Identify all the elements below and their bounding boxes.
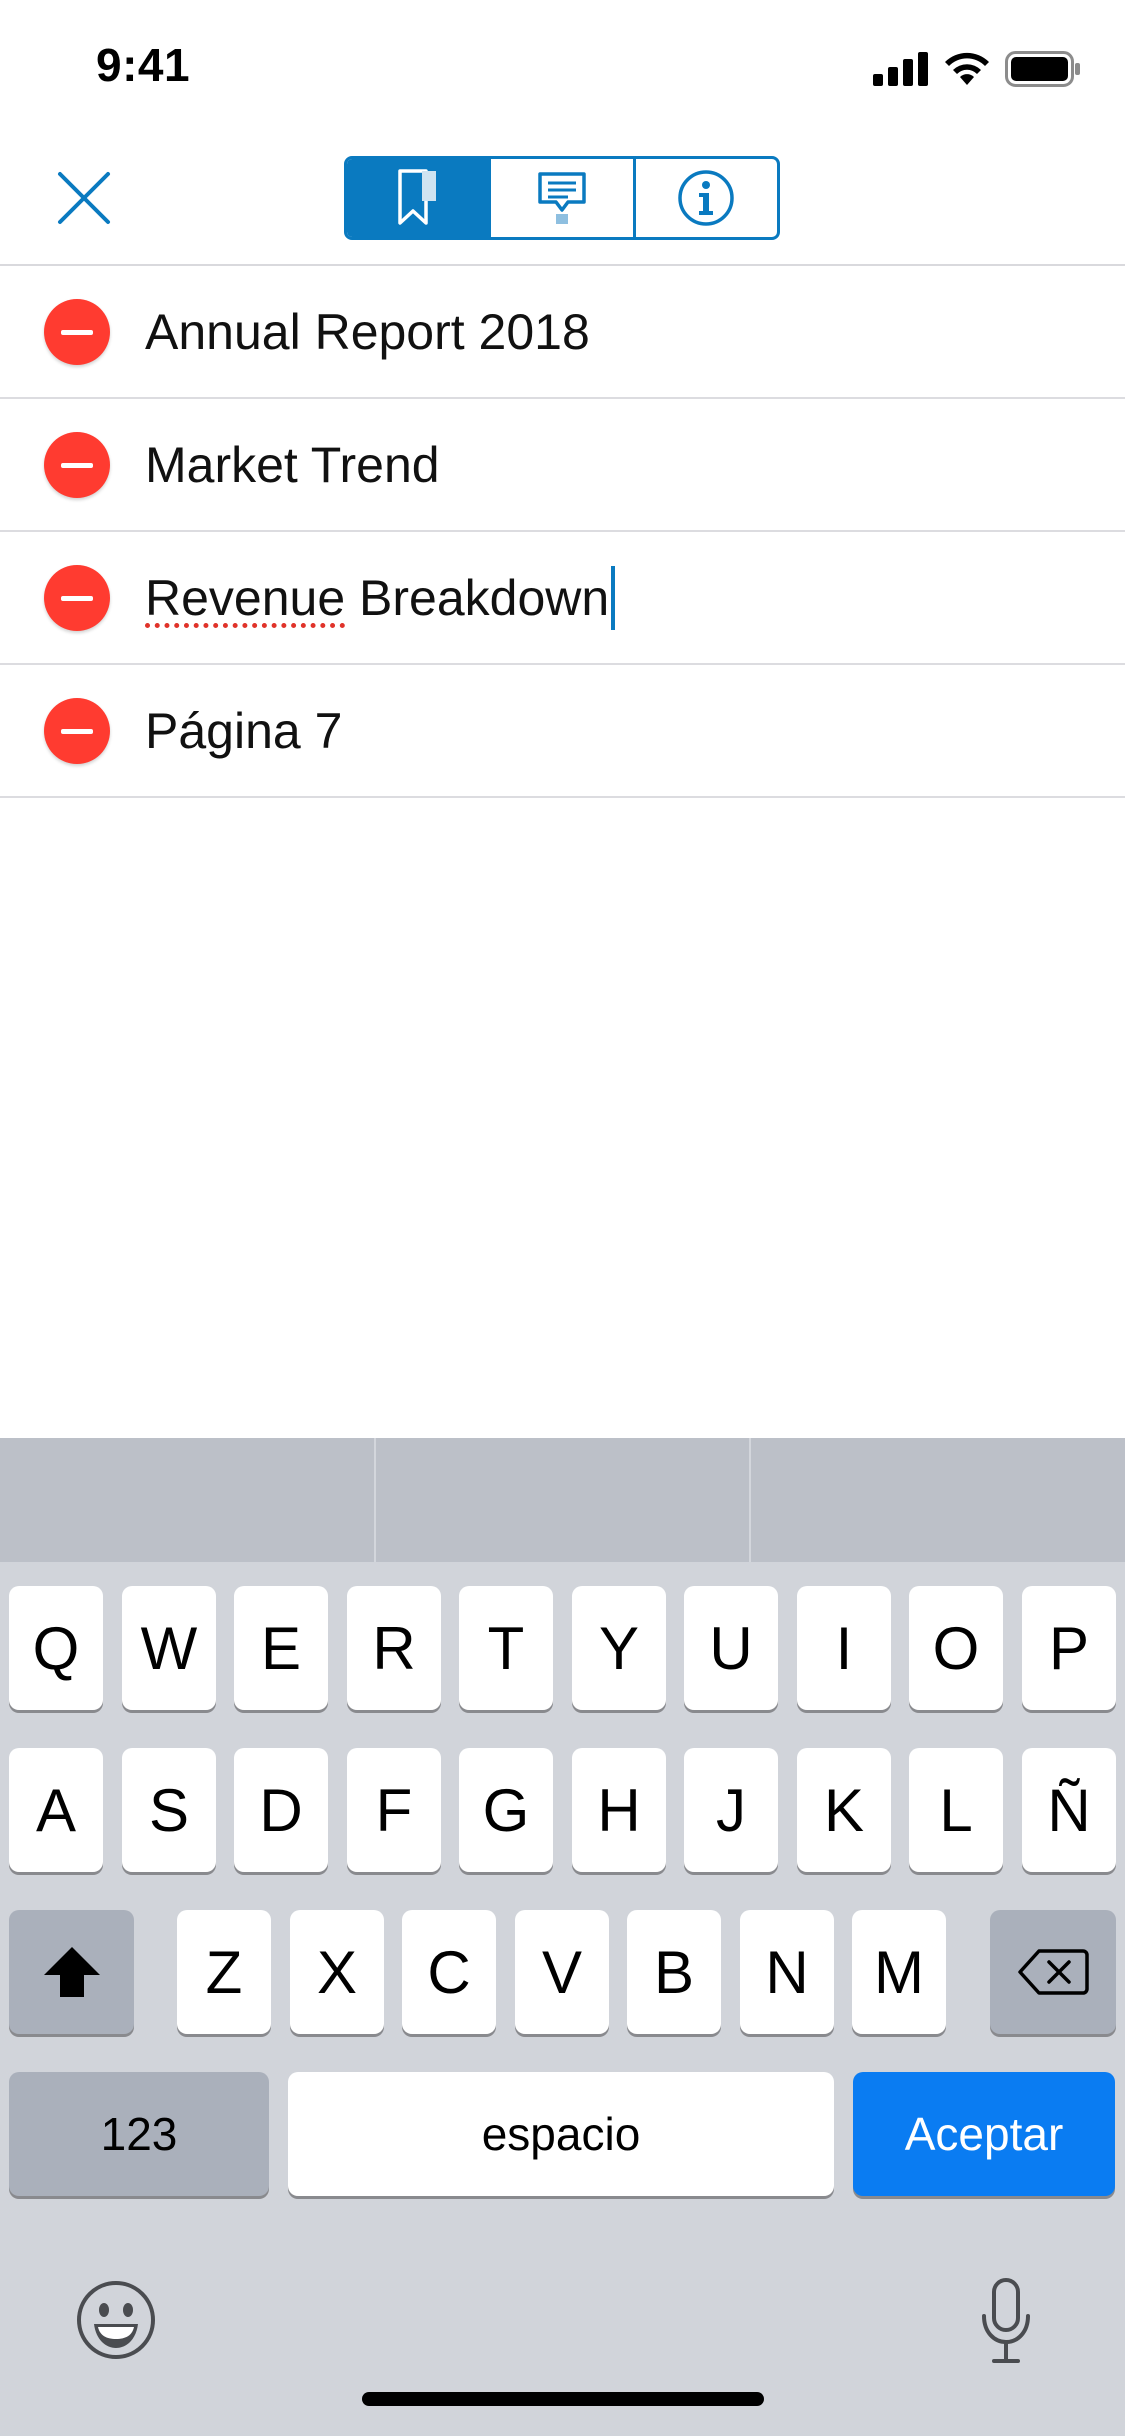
bookmark-icon	[397, 169, 436, 225]
wifi-icon	[945, 52, 989, 85]
view-segmented-control	[344, 156, 780, 240]
suggestion-slot[interactable]	[749, 1438, 1125, 1562]
misspelled-word: Revenue	[145, 569, 346, 626]
bookmark-title-rest: Breakdown	[345, 569, 610, 626]
key-i[interactable]: I	[797, 1586, 891, 1710]
key-v[interactable]: V	[515, 1910, 609, 2034]
space-key[interactable]: espacio	[288, 2072, 834, 2196]
tab-bookmarks[interactable]	[347, 159, 489, 237]
tab-info[interactable]	[632, 159, 777, 237]
key-m[interactable]: M	[852, 1910, 946, 2034]
bookmark-list: Annual Report 2018 Market Trend Revenue …	[0, 266, 1125, 798]
suggestion-slot[interactable]	[0, 1438, 374, 1562]
close-button[interactable]	[52, 166, 116, 230]
emoji-icon	[77, 2281, 155, 2359]
key-a[interactable]: A	[9, 1748, 103, 1872]
bookmark-title: Página 7	[145, 702, 343, 759]
numbers-key[interactable]: 123	[9, 2072, 269, 2196]
key-j[interactable]: J	[684, 1748, 778, 1872]
return-key[interactable]: Aceptar	[853, 2072, 1115, 2196]
key-t[interactable]: T	[459, 1586, 553, 1710]
key-w[interactable]: W	[122, 1586, 216, 1710]
microphone-icon	[982, 2278, 1030, 2363]
delete-icon	[1018, 1949, 1089, 1995]
delete-bookmark-button[interactable]	[44, 431, 110, 498]
status-icons	[873, 50, 1081, 88]
key-n-tilde[interactable]: Ñ	[1022, 1748, 1116, 1872]
key-b[interactable]: B	[627, 1910, 721, 2034]
key-u[interactable]: U	[684, 1586, 778, 1710]
predictive-bar	[0, 1438, 1125, 1562]
bookmark-title: Annual Report 2018	[145, 303, 590, 360]
key-l[interactable]: L	[909, 1748, 1003, 1872]
key-q[interactable]: Q	[9, 1586, 103, 1710]
cellular-signal-icon	[873, 52, 928, 86]
key-y[interactable]: Y	[572, 1586, 666, 1710]
info-icon	[678, 170, 735, 226]
key-e[interactable]: E	[234, 1586, 328, 1710]
status-time: 9:41	[96, 39, 191, 91]
dictation-button[interactable]	[978, 2276, 1034, 2366]
key-n[interactable]: N	[740, 1910, 834, 2034]
list-item[interactable]: Revenue Breakdown	[0, 532, 1125, 665]
delete-key[interactable]	[990, 1910, 1116, 2034]
home-indicator[interactable]	[362, 2392, 764, 2406]
shift-icon	[43, 1947, 100, 1997]
list-item[interactable]: Annual Report 2018	[0, 266, 1125, 399]
key-s[interactable]: S	[122, 1748, 216, 1872]
key-c[interactable]: C	[402, 1910, 496, 2034]
key-r[interactable]: R	[347, 1586, 441, 1710]
bookmark-title: Market Trend	[145, 436, 440, 493]
key-d[interactable]: D	[234, 1748, 328, 1872]
key-o[interactable]: O	[909, 1586, 1003, 1710]
close-icon	[58, 172, 110, 224]
list-item[interactable]: Market Trend	[0, 399, 1125, 532]
keyboard: Q W E R T Y U I O P A S D F G H J K L Ñ …	[0, 1438, 1125, 2436]
text-caret	[611, 565, 616, 630]
shift-key[interactable]	[9, 1910, 134, 2034]
list-item[interactable]: Página 7	[0, 665, 1125, 798]
key-p[interactable]: P	[1022, 1586, 1116, 1710]
key-z[interactable]: Z	[177, 1910, 271, 2034]
emoji-button[interactable]	[74, 2278, 158, 2362]
delete-bookmark-button[interactable]	[44, 697, 110, 764]
bookmark-title-input[interactable]: Revenue Breakdown	[145, 565, 616, 630]
battery-icon	[1005, 51, 1080, 87]
suggestion-slot[interactable]	[373, 1438, 750, 1562]
delete-bookmark-button[interactable]	[44, 298, 110, 365]
key-g[interactable]: G	[459, 1748, 553, 1872]
key-k[interactable]: K	[797, 1748, 891, 1872]
key-f[interactable]: F	[347, 1748, 441, 1872]
key-x[interactable]: X	[290, 1910, 384, 2034]
delete-bookmark-button[interactable]	[44, 564, 110, 631]
key-h[interactable]: H	[572, 1748, 666, 1872]
tab-annotations[interactable]	[488, 159, 632, 237]
annotation-icon	[538, 172, 586, 224]
